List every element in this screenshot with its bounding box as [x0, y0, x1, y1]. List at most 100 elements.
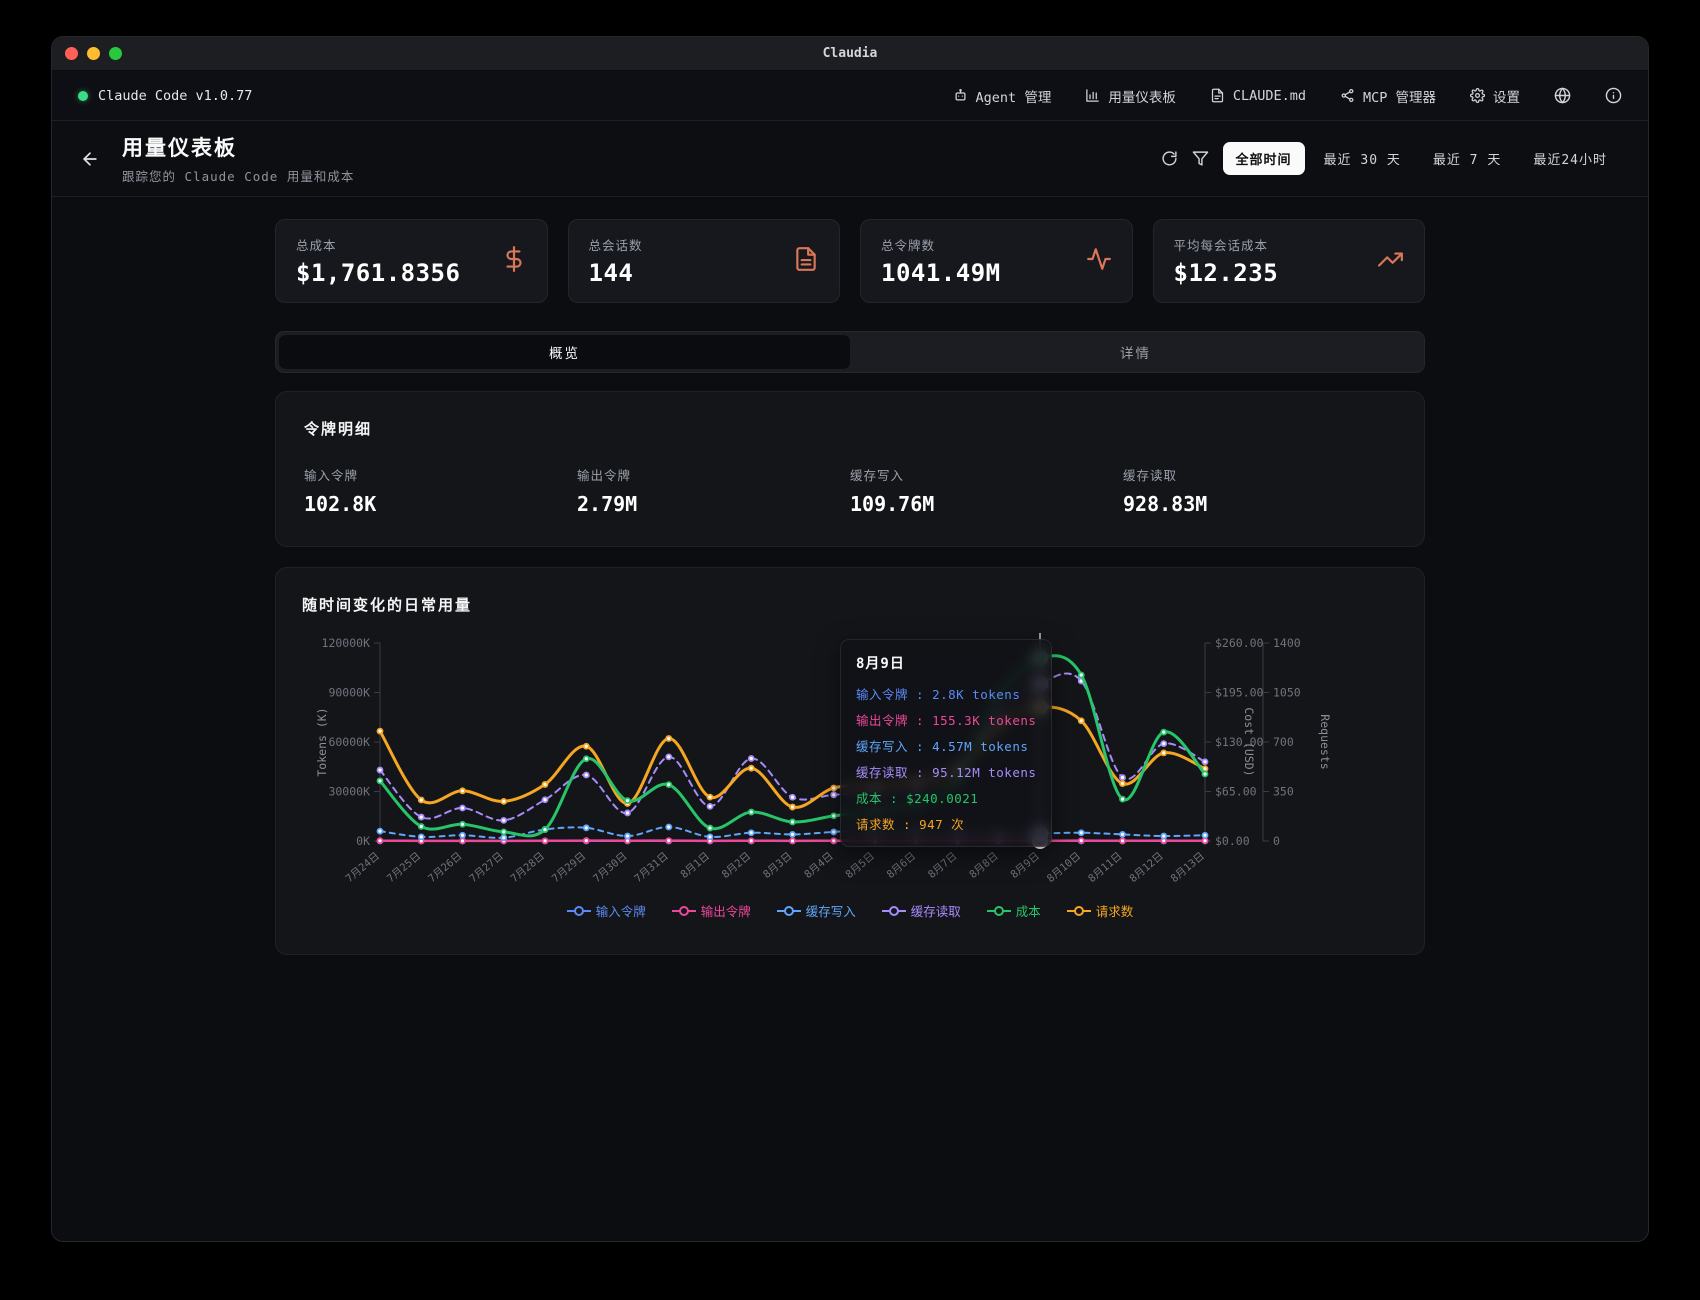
page-title: 用量仪表板 [122, 132, 354, 162]
svg-text:1400: 1400 [1273, 636, 1301, 650]
main-area: 总成本$1,761.8356总会话数144总令牌数1041.49M平均每会话成本… [52, 197, 1648, 1241]
svg-text:8月6日: 8月6日 [885, 850, 918, 881]
time-range-button-0[interactable]: 全部时间 [1223, 142, 1305, 175]
stat-card-0: 总成本$1,761.8356 [275, 219, 548, 303]
tab-details[interactable]: 详情 [850, 335, 1421, 369]
usage-chart-card: 随时间变化的日常用量 120000K$260.00140090000K$195.… [275, 567, 1425, 955]
top-navbar: Claude Code v1.0.77 Agent 管理 用量仪表板 CLAUDE.… [52, 71, 1648, 121]
legend-mark-icon [567, 906, 591, 916]
token-label: 缓存读取 [1123, 465, 1396, 484]
svg-text:$65.00: $65.00 [1215, 785, 1257, 799]
token-breakdown-item-0: 输入令牌102.8K [304, 465, 577, 516]
app-version-label: Claude Code v1.0.77 [98, 88, 252, 104]
app-status: Claude Code v1.0.77 [78, 88, 252, 104]
token-breakdown-card: 令牌明细 输入令牌102.8K输出令牌2.79M缓存写入109.76M缓存读取9… [275, 391, 1425, 547]
token-label: 缓存写入 [850, 465, 1123, 484]
svg-text:8月7日: 8月7日 [926, 850, 959, 881]
time-range-button-3[interactable]: 最近24小时 [1520, 142, 1620, 175]
legend-label: 输出令牌 [701, 901, 751, 920]
svg-text:1050: 1050 [1273, 686, 1301, 700]
svg-text:7月25日: 7月25日 [385, 850, 423, 885]
filter-button[interactable] [1192, 150, 1209, 167]
svg-text:8月3日: 8月3日 [761, 850, 794, 881]
svg-text:7月27日: 7月27日 [467, 850, 505, 885]
tab-overview[interactable]: 概览 [279, 335, 850, 369]
legend-item: 缓存读取 [882, 901, 961, 920]
dollar-icon [501, 246, 527, 276]
svg-text:8月4日: 8月4日 [802, 850, 835, 881]
svg-text:Cost (USD): Cost (USD) [1242, 707, 1256, 776]
legend-item: 成本 [987, 901, 1041, 920]
tooltip-rows: 输入令牌 : 2.8K tokens输出令牌 : 155.3K tokens缓存… [856, 684, 1036, 833]
svg-text:7月30日: 7月30日 [591, 850, 629, 885]
refresh-button[interactable] [1161, 150, 1178, 167]
header-controls: 全部时间最近 30 天最近 7 天最近24小时 [1161, 142, 1620, 175]
file-text-icon [793, 246, 819, 276]
nav-item-2[interactable]: CLAUDE.md [1210, 88, 1306, 104]
stat-label: 总令牌数 [881, 235, 1086, 254]
token-value: 928.83M [1123, 492, 1396, 516]
globe-button[interactable] [1554, 87, 1571, 104]
svg-text:$0.00: $0.00 [1215, 834, 1250, 848]
nav-item-label: 用量仪表板 [1108, 86, 1176, 106]
network-icon [1340, 88, 1355, 103]
stat-label: 平均每会话成本 [1174, 235, 1379, 254]
info-button[interactable] [1605, 87, 1622, 104]
window-title: Claudia [52, 46, 1648, 61]
legend-mark-icon [672, 906, 696, 916]
bar-chart-icon [1085, 88, 1100, 103]
tooltip-row: 成本 : $240.0021 [856, 788, 1036, 807]
token-breakdown-title: 令牌明细 [304, 418, 1396, 439]
nav-item-4[interactable]: 设置 [1470, 86, 1520, 106]
legend-mark-icon [777, 906, 801, 916]
time-range-button-2[interactable]: 最近 7 天 [1420, 142, 1514, 175]
legend-label: 缓存写入 [806, 901, 856, 920]
svg-text:8月8日: 8月8日 [967, 850, 1000, 881]
legend-label: 输入令牌 [596, 901, 646, 920]
nav-item-label: MCP 管理器 [1363, 86, 1436, 106]
trending-up-icon [1378, 246, 1404, 272]
nav-item-1[interactable]: 用量仪表板 [1085, 86, 1176, 106]
back-button[interactable] [80, 149, 100, 169]
token-breakdown-grid: 输入令牌102.8K输出令牌2.79M缓存写入109.76M缓存读取928.83… [304, 465, 1396, 516]
page-subtitle: 跟踪您的 Claude Code 用量和成本 [122, 166, 354, 185]
tabs: 概览详情 [275, 331, 1425, 373]
chart-canvas[interactable]: 120000K$260.00140090000K$195.00105060000… [302, 623, 1398, 891]
svg-text:0: 0 [1273, 834, 1280, 848]
trending-up-icon [1378, 246, 1404, 276]
globe-icon [1554, 87, 1571, 104]
svg-text:8月10日: 8月10日 [1045, 850, 1083, 885]
svg-text:$195.00: $195.00 [1215, 686, 1264, 700]
token-label: 输入令牌 [304, 465, 577, 484]
svg-text:90000K: 90000K [328, 686, 370, 700]
page-header: 用量仪表板 跟踪您的 Claude Code 用量和成本 全部时间最近 30 天… [52, 121, 1648, 197]
nav-item-label: Agent 管理 [976, 86, 1052, 106]
stat-value: $12.235 [1174, 259, 1379, 287]
legend-label: 成本 [1016, 901, 1041, 920]
nav-item-label: 设置 [1493, 86, 1520, 106]
legend-label: 请求数 [1096, 901, 1134, 920]
tooltip-row: 输出令牌 : 155.3K tokens [856, 710, 1036, 729]
nav-item-3[interactable]: MCP 管理器 [1340, 86, 1436, 106]
bot-icon [953, 88, 968, 103]
nav-item-0[interactable]: Agent 管理 [953, 86, 1052, 106]
svg-text:8月5日: 8月5日 [843, 850, 876, 881]
activity-icon [1086, 246, 1112, 272]
legend-item: 输出令牌 [672, 901, 751, 920]
gear-icon [1470, 88, 1485, 103]
svg-text:7月31日: 7月31日 [632, 850, 670, 885]
svg-text:Requests: Requests [1318, 714, 1332, 769]
titlebar: Claudia [52, 37, 1648, 71]
svg-text:$260.00: $260.00 [1215, 636, 1264, 650]
tooltip-row: 请求数 : 947 次 [856, 814, 1036, 833]
stat-value: 144 [589, 259, 794, 287]
nav-items: Agent 管理 用量仪表板 CLAUDE.md MCP 管理器 设置 [953, 86, 1622, 106]
legend-item: 请求数 [1067, 901, 1134, 920]
token-label: 输出令牌 [577, 465, 850, 484]
svg-text:8月12日: 8月12日 [1127, 850, 1165, 885]
arrow-left-icon [80, 149, 100, 169]
svg-text:7月26日: 7月26日 [426, 850, 464, 885]
time-range-button-1[interactable]: 最近 30 天 [1311, 142, 1414, 175]
token-breakdown-item-3: 缓存读取 928.83M [1123, 465, 1396, 516]
time-range-group: 全部时间最近 30 天最近 7 天最近24小时 [1223, 142, 1620, 175]
